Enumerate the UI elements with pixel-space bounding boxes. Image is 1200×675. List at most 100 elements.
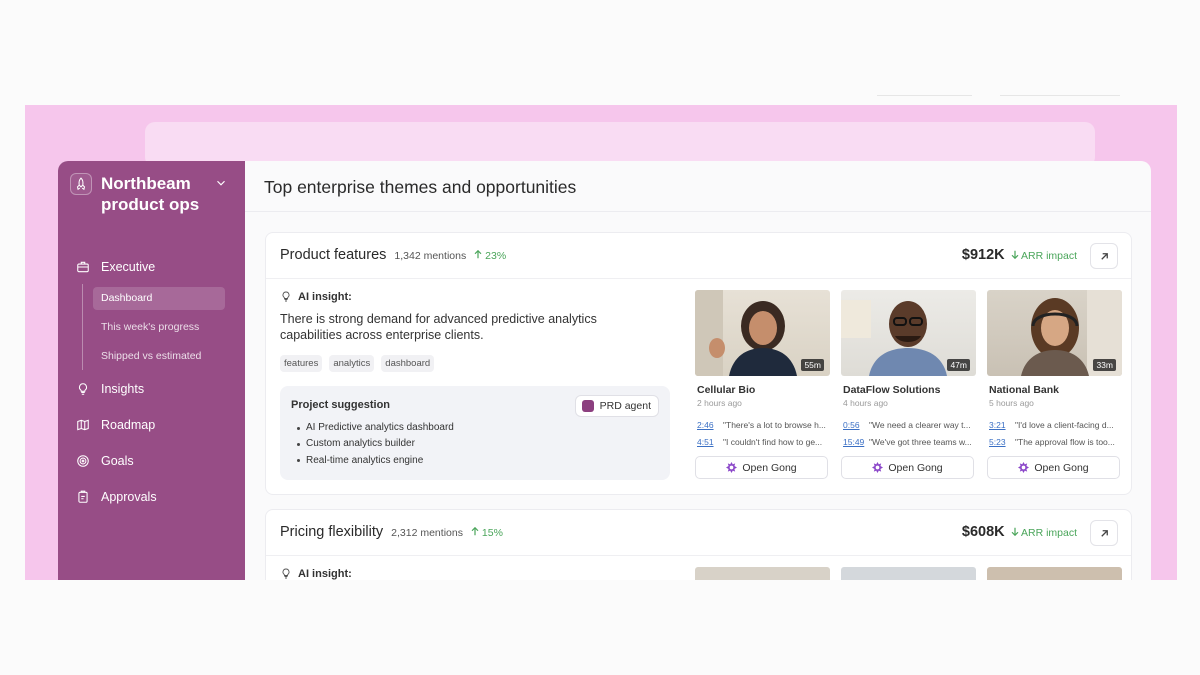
sidebar-item-goals[interactable]: Goals [76,454,134,468]
quote-text: "The approval flow is too... [1015,437,1115,447]
arr-impact: $912K ARR impact [962,247,1077,263]
mention-count: 1,342 mentions [394,250,467,262]
main-content: Top enterprise themes and opportunities … [245,161,1151,580]
tag[interactable]: analytics [329,355,375,372]
open-gong-button[interactable]: Open Gong [695,456,828,479]
sidebar-item-approvals[interactable]: Approvals [76,490,157,504]
page-title: Top enterprise themes and opportunities [264,177,577,197]
open-gong-button[interactable]: Open Gong [841,456,974,479]
theme-title: Product features [280,247,387,263]
quote-timestamp-link[interactable]: 4:51 [697,434,715,451]
company-name: DataFlow Solutions [843,384,941,396]
sidebar: Northbeam product ops Executive Dashboar… [58,161,245,580]
subnav-line [82,284,83,370]
list-item: Custom analytics builder [297,436,454,452]
quote-row: 3:21 "I'd love a client-facing d... [989,417,1122,434]
arr-value: $608K [961,524,1005,540]
rocket-logo-icon [70,173,92,195]
agent-icon [581,400,594,412]
ai-insight-label: AI insight: [280,567,352,580]
sidebar-item-label: Insights [101,382,145,396]
quote-text: "We've got three teams w... [869,437,972,447]
sidebar-item-label: Approvals [101,490,157,504]
call-list: 55m Cellular Bio 2 hours ago 2:46 "There… [695,290,1122,479]
target-icon [77,455,89,467]
theme-card: Pricing flexibility 2,312 mentions 15% $… [265,509,1132,580]
theme-title: Pricing flexibility [280,524,384,540]
quote-timestamp-link[interactable]: 5:23 [989,434,1007,451]
quote-text: "We need a clearer way t... [869,420,971,430]
project-suggestion-list: AI Predictive analytics dashboard Custom… [297,420,454,469]
tag[interactable]: features [280,355,323,372]
call-duration: 47m [947,359,970,371]
growth-indicator: 23% [474,249,507,262]
quote-timestamp-link[interactable]: 15:49 [843,434,864,451]
sidebar-item-executive[interactable]: Executive [76,260,155,274]
call-thumbnail[interactable] [987,567,1122,580]
sidebar-item-roadmap[interactable]: Roadmap [76,418,155,432]
sidebar-subitem-dashboard[interactable]: Dashboard [93,287,225,310]
arr-label: ARR impact [1020,250,1077,262]
tag-list: features analytics dashboard [280,355,435,372]
sidebar-item-insights[interactable]: Insights [76,382,144,396]
call-thumbnail[interactable] [841,567,976,580]
prd-agent-label: PRD agent [599,400,651,412]
lightbulb-icon [282,291,290,302]
quote-list: 2:46 "There's a lot to browse h... 4:51 … [697,417,830,451]
quote-timestamp-link[interactable]: 2:46 [697,417,715,434]
call-time-ago: 2 hours ago [697,398,742,408]
growth-value: 15% [481,527,503,539]
arrow-down-icon [1011,527,1019,537]
open-gong-label: Open Gong [1034,461,1089,474]
arr-label-wrap: ARR impact [1011,527,1077,539]
quote-timestamp-link[interactable]: 0:56 [843,417,861,434]
mention-count: 2,312 mentions [391,527,463,539]
call-card: 33m National Bank 5 hours ago 3:21 "I'd … [987,290,1122,479]
quote-row: 2:46 "There's a lot to browse h... [697,417,830,434]
quote-text: "I couldn't find how to ge... [723,437,823,447]
open-theme-button[interactable] [1090,520,1118,546]
top-divider [877,95,972,96]
quote-row: 5:23 "The approval flow is too... [989,434,1122,451]
call-thumbnail[interactable]: 33m [987,290,1122,376]
sidebar-item-label: Roadmap [101,418,156,432]
theme-header: Pricing flexibility 2,312 mentions 15% [280,524,503,540]
quote-row: 15:49 "We've got three teams w... [843,434,976,451]
call-thumbnail[interactable]: 47m [841,290,976,376]
screenshot-stage: Northbeam product ops Executive Dashboar… [0,0,1200,675]
company-name: Cellular Bio [697,384,756,396]
arr-impact: $608K ARR impact [962,524,1077,540]
list-item: AI Predictive analytics dashboard [297,420,454,436]
quote-text: "There's a lot to browse h... [723,420,826,430]
ai-insight-label: AI insight: [280,290,352,303]
arrow-up-icon [474,249,482,259]
call-thumbnail[interactable]: 55m [695,290,830,376]
open-theme-button[interactable] [1090,243,1118,269]
call-list [695,567,1122,580]
arrow-up-right-icon [1100,529,1108,537]
workspace-switcher[interactable]: Northbeam product ops [70,173,211,215]
project-suggestion-panel: Project suggestion PRD agent AI Predicti… [280,386,670,480]
arrow-down-icon [1011,250,1019,260]
top-divider [1000,95,1120,96]
gong-logo-icon [872,462,884,473]
tag[interactable]: dashboard [381,355,435,372]
sidebar-subitem-weekly-progress[interactable]: This week's progress [93,316,225,339]
quote-list: 3:21 "I'd love a client-facing d... 5:23… [989,417,1122,451]
call-time-ago: 5 hours ago [989,398,1034,408]
growth-value: 23% [485,250,507,262]
briefcase-icon [77,261,89,273]
open-gong-button[interactable]: Open Gong [987,456,1120,479]
arrow-up-right-icon [1100,252,1108,260]
call-thumbnail[interactable] [695,567,830,580]
call-duration: 33m [1093,359,1116,371]
chevron-down-icon[interactable] [214,176,228,190]
company-name: National Bank [989,384,1060,396]
prd-agent-button[interactable]: PRD agent [574,395,659,417]
divider [266,555,1131,556]
lightbulb-icon [282,568,290,579]
list-item: Real-time analytics engine [297,453,454,469]
arrow-up-icon [471,526,479,536]
quote-timestamp-link[interactable]: 3:21 [989,417,1007,434]
sidebar-subitem-shipped-vs-estimated[interactable]: Shipped vs estimated [93,345,225,368]
